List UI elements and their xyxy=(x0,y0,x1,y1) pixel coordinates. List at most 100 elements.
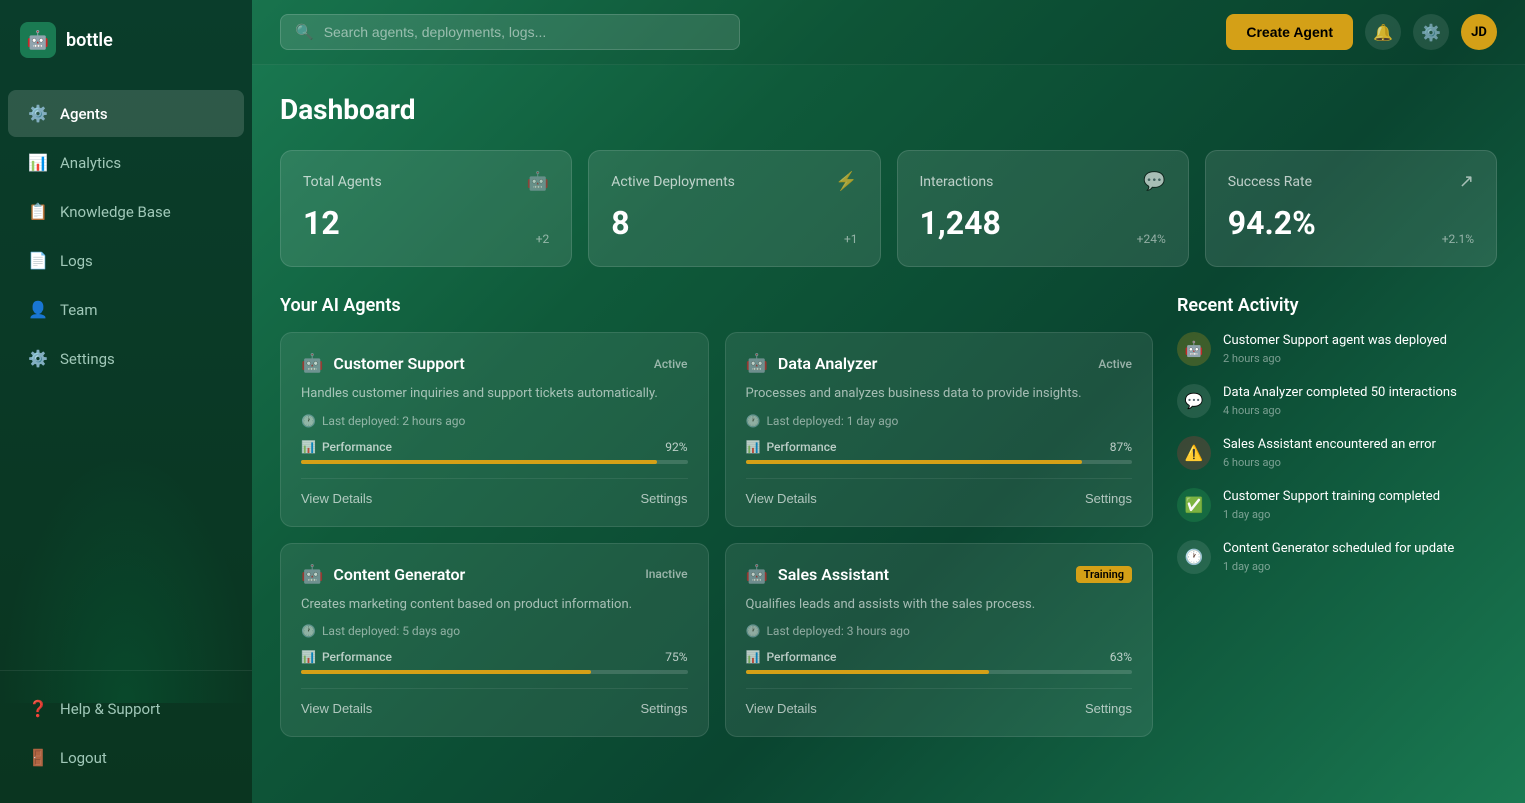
clock-icon-2: 🕐 xyxy=(301,624,316,638)
stat-label-1: Active Deployments xyxy=(611,174,735,190)
header-right: Create Agent 🔔 ⚙️ JD xyxy=(1226,14,1497,50)
sidebar-bottom: ❓ Help & Support🚪 Logout xyxy=(0,670,252,803)
activity-list: 🤖 Customer Support agent was deployed 2 … xyxy=(1177,332,1497,574)
activity-time-4: 1 day ago xyxy=(1223,560,1454,573)
stat-value-0: 12 xyxy=(303,204,340,242)
sidebar-item-team[interactable]: 👤 Team xyxy=(8,286,244,333)
activity-item-2: ⚠️ Sales Assistant encountered an error … xyxy=(1177,436,1497,470)
activity-icon-1: 💬 xyxy=(1177,384,1211,418)
activity-item-4: 🕐 Content Generator scheduled for update… xyxy=(1177,540,1497,574)
view-details-btn-1[interactable]: View Details xyxy=(746,491,817,506)
agent-deploy-3: 🕐 Last deployed: 3 hours ago xyxy=(746,624,1133,638)
app-name: bottle xyxy=(66,30,113,51)
search-bar[interactable]: 🔍 xyxy=(280,14,740,50)
settings-button[interactable]: ⚙️ xyxy=(1413,14,1449,50)
perf-bar-bg-0 xyxy=(301,460,688,464)
agent-icon-2: 🤖 xyxy=(301,564,323,585)
settings-btn-0[interactable]: Settings xyxy=(641,491,688,506)
agent-status-1: Active xyxy=(1098,357,1132,371)
perf-label-1: 📊 Performance xyxy=(746,440,837,454)
agent-deploy-2: 🕐 Last deployed: 5 days ago xyxy=(301,624,688,638)
agent-desc-1: Processes and analyzes business data to … xyxy=(746,384,1133,404)
sidebar-nav: ⚙️ Agents📊 Analytics📋 Knowledge Base📄 Lo… xyxy=(0,80,252,670)
agent-icon-1: 🤖 xyxy=(746,353,768,374)
agents-icon: ⚙️ xyxy=(28,104,48,123)
activity-text-4: Content Generator scheduled for update xyxy=(1223,540,1454,558)
chart-icon-0: 📊 xyxy=(301,440,316,454)
logo-icon: 🤖 xyxy=(20,22,56,58)
sidebar-item-logs[interactable]: 📄 Logs xyxy=(8,237,244,284)
agent-deploy-1: 🕐 Last deployed: 1 day ago xyxy=(746,414,1133,428)
notifications-button[interactable]: 🔔 xyxy=(1365,14,1401,50)
two-col-layout: Your AI Agents 🤖 Customer Support Active… xyxy=(280,295,1497,737)
settings-icon: ⚙️ xyxy=(28,349,48,368)
sidebar-item-help[interactable]: ❓ Help & Support xyxy=(8,685,244,732)
perf-label-3: 📊 Performance xyxy=(746,650,837,664)
view-details-btn-2[interactable]: View Details xyxy=(301,701,372,716)
sidebar-label-team: Team xyxy=(60,301,98,319)
sidebar-item-logout[interactable]: 🚪 Logout xyxy=(8,734,244,781)
view-details-btn-3[interactable]: View Details xyxy=(746,701,817,716)
activity-time-3: 1 day ago xyxy=(1223,508,1440,521)
clock-icon-1: 🕐 xyxy=(746,414,761,428)
avatar[interactable]: JD xyxy=(1461,14,1497,50)
stat-label-0: Total Agents xyxy=(303,174,382,190)
stat-header-0: Total Agents 🤖 xyxy=(303,171,549,192)
perf-bar-fill-2 xyxy=(301,670,591,674)
perf-bar-fill-0 xyxy=(301,460,657,464)
stat-change-0: +2 xyxy=(536,232,550,246)
sidebar-label-logs: Logs xyxy=(60,252,93,270)
stat-icon-3: ↗ xyxy=(1459,171,1474,192)
create-agent-button[interactable]: Create Agent xyxy=(1226,14,1353,50)
clock-icon-3: 🕐 xyxy=(746,624,761,638)
sidebar-label-settings: Settings xyxy=(60,350,115,368)
activity-text-3: Customer Support training completed xyxy=(1223,488,1440,506)
perf-bar-bg-2 xyxy=(301,670,688,674)
activity-section-title: Recent Activity xyxy=(1177,295,1497,316)
activity-section: Recent Activity 🤖 Customer Support agent… xyxy=(1177,295,1497,737)
stat-change-3: +2.1% xyxy=(1442,232,1474,246)
stat-card-2: Interactions 💬 1,248 +24% xyxy=(897,150,1189,267)
stat-icon-2: 💬 xyxy=(1143,171,1165,192)
sidebar-item-settings[interactable]: ⚙️ Settings xyxy=(8,335,244,382)
search-input[interactable] xyxy=(324,24,725,40)
settings-btn-2[interactable]: Settings xyxy=(641,701,688,716)
sidebar-label-agents: Agents xyxy=(60,105,108,123)
view-details-btn-0[interactable]: View Details xyxy=(301,491,372,506)
stat-value-2: 1,248 xyxy=(920,204,1001,242)
agent-name-2: Content Generator xyxy=(333,565,465,584)
sidebar-item-knowledge-base[interactable]: 📋 Knowledge Base xyxy=(8,188,244,235)
sidebar: 🤖 bottle ⚙️ Agents📊 Analytics📋 Knowledge… xyxy=(0,0,252,803)
agents-section: Your AI Agents 🤖 Customer Support Active… xyxy=(280,295,1153,737)
activity-text-0: Customer Support agent was deployed xyxy=(1223,332,1447,350)
sidebar-item-analytics[interactable]: 📊 Analytics xyxy=(8,139,244,186)
stat-card-0: Total Agents 🤖 12 +2 xyxy=(280,150,572,267)
sidebar-label-logout: Logout xyxy=(60,749,107,767)
main-area: 🔍 Create Agent 🔔 ⚙️ JD Dashboard Total A… xyxy=(252,0,1525,803)
stat-change-2: +24% xyxy=(1137,232,1166,246)
clock-icon-0: 🕐 xyxy=(301,414,316,428)
content-area: Dashboard Total Agents 🤖 12 +2 Active De… xyxy=(252,65,1525,803)
agent-desc-3: Qualifies leads and assists with the sal… xyxy=(746,595,1133,615)
agent-name-0: Customer Support xyxy=(333,354,464,373)
agent-name-1: Data Analyzer xyxy=(778,354,877,373)
agent-icon-3: 🤖 xyxy=(746,564,768,585)
stat-card-1: Active Deployments ⚡ 8 +1 xyxy=(588,150,880,267)
agent-card-2: 🤖 Content Generator Inactive Creates mar… xyxy=(280,543,709,738)
stat-value-1: 8 xyxy=(611,204,629,242)
sidebar-item-agents[interactable]: ⚙️ Agents xyxy=(8,90,244,137)
activity-icon-0: 🤖 xyxy=(1177,332,1211,366)
settings-btn-3[interactable]: Settings xyxy=(1085,701,1132,716)
stat-header-2: Interactions 💬 xyxy=(920,171,1166,192)
stat-icon-0: 🤖 xyxy=(527,171,549,192)
perf-bar-bg-3 xyxy=(746,670,1133,674)
help-icon: ❓ xyxy=(28,699,48,718)
activity-item-1: 💬 Data Analyzer completed 50 interaction… xyxy=(1177,384,1497,418)
search-icon: 🔍 xyxy=(295,23,314,41)
settings-btn-1[interactable]: Settings xyxy=(1085,491,1132,506)
perf-pct-1: 87% xyxy=(1110,440,1132,454)
app-logo[interactable]: 🤖 bottle xyxy=(0,0,252,80)
agents-grid: 🤖 Customer Support Active Handles custom… xyxy=(280,332,1153,737)
agent-desc-0: Handles customer inquiries and support t… xyxy=(301,384,688,404)
stat-value-3: 94.2% xyxy=(1228,204,1316,242)
